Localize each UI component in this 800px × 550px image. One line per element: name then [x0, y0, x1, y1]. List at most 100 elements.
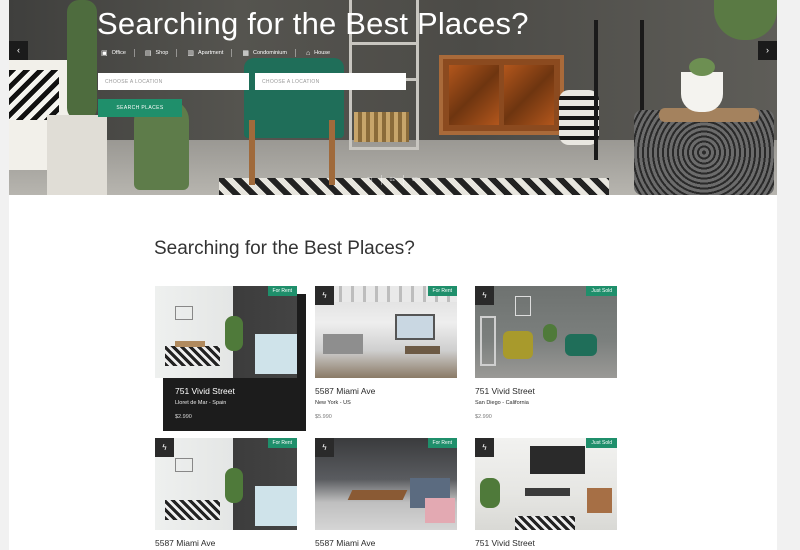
- kitchen-island: [255, 334, 297, 374]
- floor-rug: [165, 500, 220, 520]
- listing-card[interactable]: ϟ For Rent 5587 Miami Ave New York - US …: [315, 286, 457, 420]
- kitchen-island: [255, 486, 297, 526]
- listing-name[interactable]: 5587 Miami Ave: [315, 538, 457, 548]
- plant: [225, 316, 243, 351]
- type-label: Apartment: [198, 50, 224, 56]
- hero-slider: Searching for the Best Places? ▣ Office …: [9, 0, 777, 195]
- status-badge: For Rent: [267, 438, 297, 448]
- hero-chair-leg: [249, 120, 255, 185]
- lightning-icon: ϟ: [315, 286, 334, 305]
- slider-prev-button[interactable]: ‹: [9, 41, 28, 60]
- status-badge: Just Sold: [586, 286, 617, 296]
- type-apartment[interactable]: ▥ Apartment: [187, 49, 233, 57]
- apartment-icon: ▥: [187, 50, 194, 57]
- plant: [225, 468, 243, 503]
- listing-photo[interactable]: [155, 438, 297, 530]
- shelf: [480, 316, 496, 366]
- plant: [543, 324, 557, 342]
- listing-location: Lloret de Mar - Spain: [175, 400, 227, 406]
- listing-location: San Diego - California: [475, 400, 529, 406]
- sofa: [323, 334, 363, 354]
- hero-title: Searching for the Best Places?: [97, 6, 529, 41]
- hero-cactus-tall: [67, 0, 97, 120]
- dining-table: [525, 488, 570, 496]
- hero-cabinet-door: [504, 65, 554, 125]
- listing-name[interactable]: 751 Vivid Street: [475, 386, 617, 396]
- location-select-2[interactable]: Choose a location: [255, 73, 406, 90]
- hero-cabinet-door: [449, 65, 499, 125]
- slider-pagination: 01 02 03: [359, 175, 426, 185]
- chevron-right-icon: ›: [766, 45, 769, 55]
- section-title: Searching for the Best Places?: [154, 238, 415, 259]
- listing-card[interactable]: ϟ For Rent 5587 Miami Ave: [315, 438, 457, 548]
- house-icon: ⌂: [305, 49, 311, 57]
- hero-pot: [681, 72, 723, 112]
- listing-photo[interactable]: [315, 438, 457, 530]
- type-label: Shop: [155, 50, 169, 56]
- plant: [480, 478, 500, 508]
- type-house[interactable]: ⌂ House: [306, 49, 338, 57]
- listing-photo[interactable]: [315, 286, 457, 378]
- floor-rug: [165, 346, 220, 366]
- listing-name[interactable]: 751 Vivid Street: [475, 538, 617, 548]
- lightning-icon: ϟ: [315, 438, 334, 457]
- listing-name[interactable]: 751 Vivid Street: [175, 386, 294, 396]
- pink-bench: [425, 498, 455, 523]
- listing-price: $5.990: [315, 414, 332, 420]
- chevron-left-icon: ‹: [17, 45, 20, 55]
- type-label: House: [314, 50, 331, 56]
- property-type-filters: ▣ Office ▤ Shop ▥ Apartment ▦ Condominiu…: [101, 49, 338, 57]
- type-condominium[interactable]: ▦ Condominium: [242, 49, 296, 57]
- wall-frame: [175, 458, 193, 472]
- slide-dot-1[interactable]: 01: [359, 175, 381, 185]
- listing-name[interactable]: 5587 Miami Ave: [155, 538, 297, 548]
- lightning-icon: ϟ: [475, 438, 494, 457]
- listing-card[interactable]: ϟ Just Sold 751 Vivid Street: [475, 438, 617, 548]
- listing-location: New York - US: [315, 400, 351, 406]
- chalkboard-wall: [530, 446, 585, 474]
- listing-card[interactable]: ϟ For Rent 5587 Miami Ave: [155, 438, 297, 548]
- hero-shelf-bar: [349, 42, 419, 45]
- chairs: [587, 488, 612, 513]
- slide-dot-3[interactable]: 03: [403, 175, 426, 185]
- listing-price: $2.990: [475, 414, 492, 420]
- type-shop[interactable]: ▤ Shop: [144, 49, 178, 57]
- status-badge: For Rent: [427, 286, 457, 296]
- type-label: Office: [111, 50, 126, 56]
- type-label: Condominium: [253, 50, 287, 56]
- condominium-icon: ▦: [242, 50, 249, 57]
- floor-rug: [515, 516, 575, 530]
- hero-cabinet: [439, 55, 564, 135]
- listing-photo[interactable]: [155, 286, 297, 378]
- hero-pillow: [9, 70, 59, 120]
- listing-card[interactable]: ϟ For Rent 751 Vivid Street Lloret de Ma…: [155, 286, 306, 431]
- hero-side-table: [634, 110, 774, 195]
- listing-photo[interactable]: [475, 438, 617, 530]
- hero-planter: [47, 115, 107, 195]
- listing-name[interactable]: 5587 Miami Ave: [315, 386, 457, 396]
- office-icon: ▣: [101, 50, 108, 57]
- hero-chair-leg: [329, 120, 335, 185]
- lightning-icon: ϟ: [155, 438, 174, 457]
- listing-info: 751 Vivid Street Lloret de Mar - Spain $…: [163, 378, 306, 431]
- listing-photo[interactable]: [475, 286, 617, 378]
- yellow-armchair: [503, 331, 533, 359]
- listing-card[interactable]: ϟ Just Sold 751 Vivid Street San Diego -…: [475, 286, 617, 420]
- slide-dot-2[interactable]: 02: [380, 175, 404, 185]
- hero-pot-plant: [689, 58, 715, 76]
- table: [175, 341, 205, 347]
- hero-vase: [559, 90, 599, 145]
- wall-frame: [175, 306, 193, 320]
- window: [395, 314, 435, 340]
- location-select-1[interactable]: Choose a location: [98, 73, 249, 90]
- search-places-button[interactable]: Search places: [98, 99, 182, 117]
- listing-price: $2.990: [175, 414, 192, 420]
- type-office[interactable]: ▣ Office: [101, 49, 135, 57]
- status-badge: For Rent: [267, 286, 297, 296]
- shop-icon: ▤: [144, 50, 152, 57]
- lightning-icon: ϟ: [475, 286, 494, 305]
- status-badge: For Rent: [427, 438, 457, 448]
- long-table: [347, 490, 408, 500]
- status-badge: Just Sold: [586, 438, 617, 448]
- slider-next-button[interactable]: ›: [758, 41, 777, 60]
